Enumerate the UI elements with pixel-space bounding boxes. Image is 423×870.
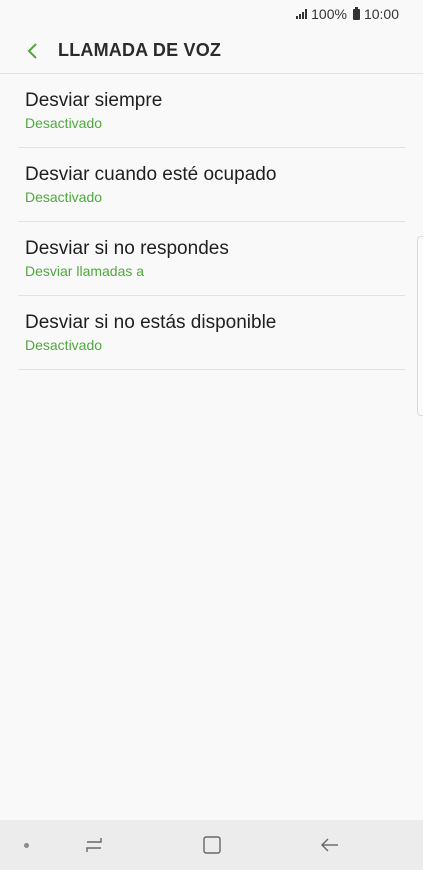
- list-item-status: Desactivado: [25, 336, 103, 353]
- list-item-title: Desviar siempre: [25, 89, 163, 111]
- recent-apps-icon: [86, 838, 102, 852]
- navigation-bar: [0, 820, 423, 870]
- list-item-title: Desviar si no estás disponible: [25, 311, 277, 333]
- home-button[interactable]: [198, 832, 226, 858]
- battery-percentage: 100%: [311, 6, 347, 22]
- edge-panel-handle[interactable]: [417, 236, 423, 416]
- forwarding-options-list: Desviar siempre Desactivado Desviar cuan…: [18, 74, 405, 370]
- arrow-left-icon: [321, 838, 338, 852]
- dot-icon[interactable]: [24, 843, 29, 848]
- back-button[interactable]: [12, 31, 52, 71]
- home-icon: [203, 836, 221, 854]
- chevron-left-icon: [27, 42, 37, 59]
- list-item-desviar-no-responde[interactable]: Desviar si no respondes Desviar llamadas…: [18, 222, 405, 296]
- back-nav-button[interactable]: [316, 832, 344, 858]
- list-item-desviar-siempre[interactable]: Desviar siempre Desactivado: [18, 74, 405, 148]
- list-item-title: Desviar si no respondes: [25, 237, 229, 259]
- recent-apps-button[interactable]: [80, 832, 108, 858]
- list-item-status: Desactivado: [25, 188, 103, 205]
- signal-icon: [296, 9, 308, 19]
- list-item-title: Desviar cuando esté ocupado: [25, 163, 277, 185]
- list-item-status: Desviar llamadas a: [25, 262, 145, 279]
- list-item-desviar-ocupado[interactable]: Desviar cuando esté ocupado Desactivado: [18, 148, 405, 222]
- app-header: LLAMADA DE VOZ: [0, 28, 423, 74]
- page-title: LLAMADA DE VOZ: [58, 40, 222, 60]
- list-item-status: Desactivado: [25, 114, 103, 131]
- battery-icon: [352, 6, 360, 20]
- status-bar: 100% 10:00: [0, 0, 423, 28]
- list-item-desviar-no-disponible[interactable]: Desviar si no estás disponible Desactiva…: [18, 296, 405, 370]
- clock: 10:00: [363, 6, 399, 22]
